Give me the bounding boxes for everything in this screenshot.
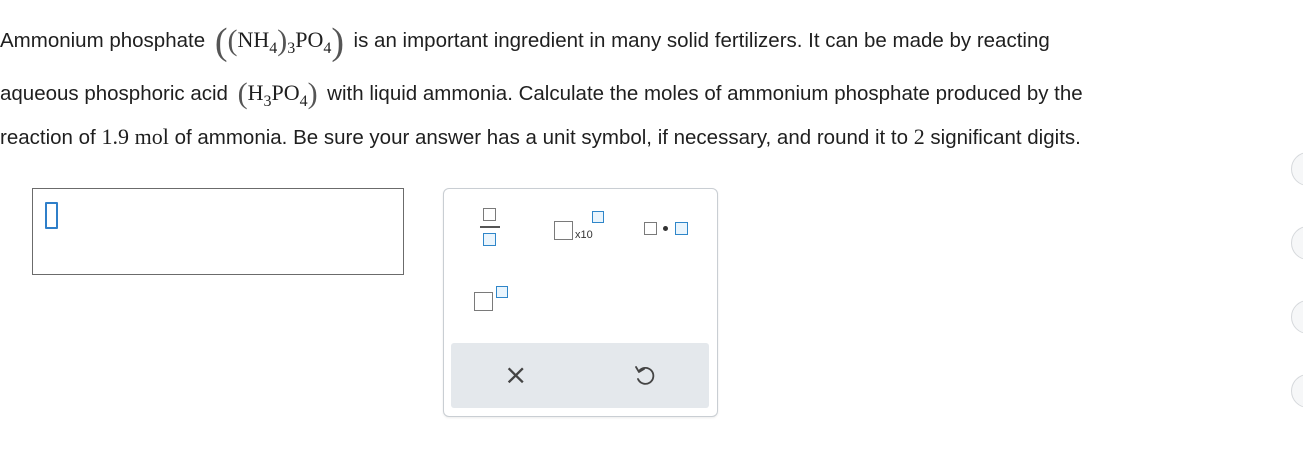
fraction-button[interactable] — [480, 208, 502, 250]
x10-label: x10 — [575, 229, 593, 241]
multiply-dot-button[interactable] — [644, 218, 694, 238]
side-tool-button[interactable] — [1291, 226, 1303, 260]
ammonium-phosphate-formula: ((NH4)3PO4) — [214, 21, 345, 63]
sig-digits-value: 2 — [913, 124, 925, 149]
clear-button[interactable]: × — [499, 358, 529, 391]
undo-icon — [635, 366, 655, 385]
side-tool-button[interactable] — [1291, 300, 1303, 334]
question-text-segment: significant digits. — [930, 126, 1081, 149]
question-text-segment: reaction of — [0, 126, 96, 149]
amount-unit: mol — [134, 124, 169, 149]
close-icon: × — [504, 358, 528, 391]
side-tool-button[interactable] — [1291, 152, 1303, 186]
phosphoric-acid-formula: (H3PO4) — [237, 77, 318, 110]
question-text-segment: is an important ingredient in many solid… — [353, 29, 1050, 52]
question-line-1: Ammonium phosphate ((NH4)3PO4) is an imp… — [0, 20, 1050, 64]
amount-value: 1.9 — [101, 124, 129, 149]
question-text-segment: of ammonia. Be sure your answer has a un… — [174, 126, 909, 149]
answer-input[interactable] — [32, 188, 404, 275]
input-cursor-placeholder — [45, 202, 58, 229]
question-line-2: aqueous phosphoric acid (H3PO4) with liq… — [0, 77, 1083, 111]
exponent-button[interactable] — [474, 286, 514, 316]
question-text-segment: aqueous phosphoric acid — [0, 82, 228, 105]
palette-action-bar: × — [451, 343, 709, 408]
side-tool-button[interactable] — [1291, 374, 1303, 408]
undo-button[interactable] — [630, 361, 660, 391]
question-text-segment: with liquid ammonia. Calculate the moles… — [327, 82, 1083, 105]
scientific-notation-button[interactable]: x10 — [554, 211, 614, 243]
question-line-3: reaction of 1.9 mol of ammonia. Be sure … — [0, 124, 1081, 150]
math-palette: x10 × — [443, 188, 718, 417]
question-text-segment: Ammonium phosphate — [0, 29, 206, 52]
